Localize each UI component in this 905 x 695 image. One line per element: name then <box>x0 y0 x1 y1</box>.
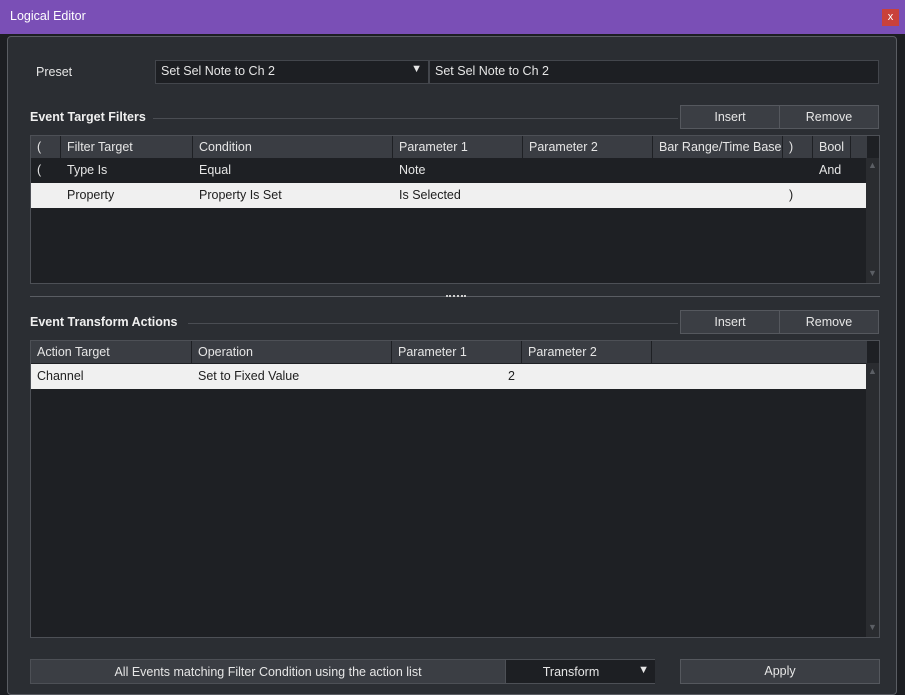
row-parameter-1: Is Selected <box>399 188 461 202</box>
col-parameter-2[interactable]: Parameter 2 <box>523 136 653 158</box>
col-bar-range[interactable]: Bar Range/Time Base <box>653 136 783 158</box>
row-condition: Equal <box>199 163 231 177</box>
col-close-paren[interactable]: ) <box>783 136 813 158</box>
filters-section-title: Event Target Filters <box>30 110 146 124</box>
filters-table: ( Filter Target Condition Parameter 1 Pa… <box>30 135 880 284</box>
close-button[interactable]: x <box>882 9 899 26</box>
row-parameter-1: Note <box>399 163 426 177</box>
function-description: All Events matching Filter Condition usi… <box>114 665 422 679</box>
logical-editor-window: Preset Set Sel Note to Ch 2 ▼ Set Sel No… <box>7 36 897 695</box>
chevron-down-icon: ▼ <box>411 63 422 75</box>
window-title: Logical Editor <box>10 9 86 23</box>
function-dropdown[interactable]: Transform ▼ <box>505 660 655 683</box>
actions-table: Action Target Operation Parameter 1 Para… <box>30 340 880 638</box>
preset-selected-value: Set Sel Note to Ch 2 <box>161 64 275 78</box>
function-selected-value: Transform <box>542 665 600 679</box>
filters-divider <box>153 118 678 119</box>
row-filter-target: Type Is <box>67 163 108 177</box>
filters-remove-button[interactable]: Remove <box>779 105 879 129</box>
actions-section-title: Event Transform Actions <box>30 315 178 329</box>
function-status-bar: All Events matching Filter Condition usi… <box>30 659 655 684</box>
row-operation: Set to Fixed Value <box>198 369 300 383</box>
actions-scrollbar[interactable]: ▲ ▼ <box>866 363 879 637</box>
actions-insert-button[interactable]: Insert <box>680 310 780 334</box>
preset-name-value: Set Sel Note to Ch 2 <box>435 64 549 78</box>
scroll-down-icon[interactable]: ▼ <box>868 622 877 632</box>
row-condition: Property Is Set <box>199 188 282 202</box>
preset-name-field[interactable]: Set Sel Note to Ch 2 <box>429 60 879 84</box>
row-action-parameter-1: 2 <box>508 369 515 383</box>
row-action-target: Channel <box>37 369 84 383</box>
col-action-target[interactable]: Action Target <box>31 341 192 363</box>
splitter-grip-icon[interactable] <box>446 295 466 297</box>
scroll-up-icon[interactable]: ▲ <box>868 366 877 376</box>
chevron-down-icon: ▼ <box>638 664 649 676</box>
actions-table-header: Action Target Operation Parameter 1 Para… <box>31 341 867 363</box>
filters-scrollbar[interactable]: ▲ ▼ <box>866 158 879 283</box>
filters-insert-button[interactable]: Insert <box>680 105 780 129</box>
actions-remove-button[interactable]: Remove <box>779 310 879 334</box>
scroll-up-icon[interactable]: ▲ <box>868 160 877 170</box>
row-filter-target: Property <box>67 188 115 202</box>
col-bool[interactable]: Bool <box>813 136 851 158</box>
col-open-paren[interactable]: ( <box>31 136 61 158</box>
preset-dropdown[interactable]: Set Sel Note to Ch 2 ▼ <box>155 60 429 84</box>
col-filter-target[interactable]: Filter Target <box>61 136 193 158</box>
table-row[interactable]: ( Type Is Equal Note And <box>31 158 867 183</box>
actions-divider <box>188 323 678 324</box>
col-operation[interactable]: Operation <box>192 341 392 363</box>
table-row[interactable]: Property Property Is Set Is Selected ) <box>31 183 867 208</box>
table-row[interactable]: Channel Set to Fixed Value 2 <box>31 364 866 389</box>
col-parameter-1[interactable]: Parameter 1 <box>393 136 523 158</box>
row-open-paren: ( <box>37 163 42 177</box>
preset-label: Preset <box>36 65 73 79</box>
title-bar: Logical Editor x <box>0 0 905 34</box>
scroll-down-icon[interactable]: ▼ <box>868 268 877 278</box>
row-close-paren: ) <box>789 188 794 202</box>
row-bool: And <box>819 163 842 177</box>
apply-button[interactable]: Apply <box>680 659 880 684</box>
filters-table-header: ( Filter Target Condition Parameter 1 Pa… <box>31 136 867 158</box>
col-action-parameter-1[interactable]: Parameter 1 <box>392 341 522 363</box>
col-condition[interactable]: Condition <box>193 136 393 158</box>
col-action-parameter-2[interactable]: Parameter 2 <box>522 341 652 363</box>
